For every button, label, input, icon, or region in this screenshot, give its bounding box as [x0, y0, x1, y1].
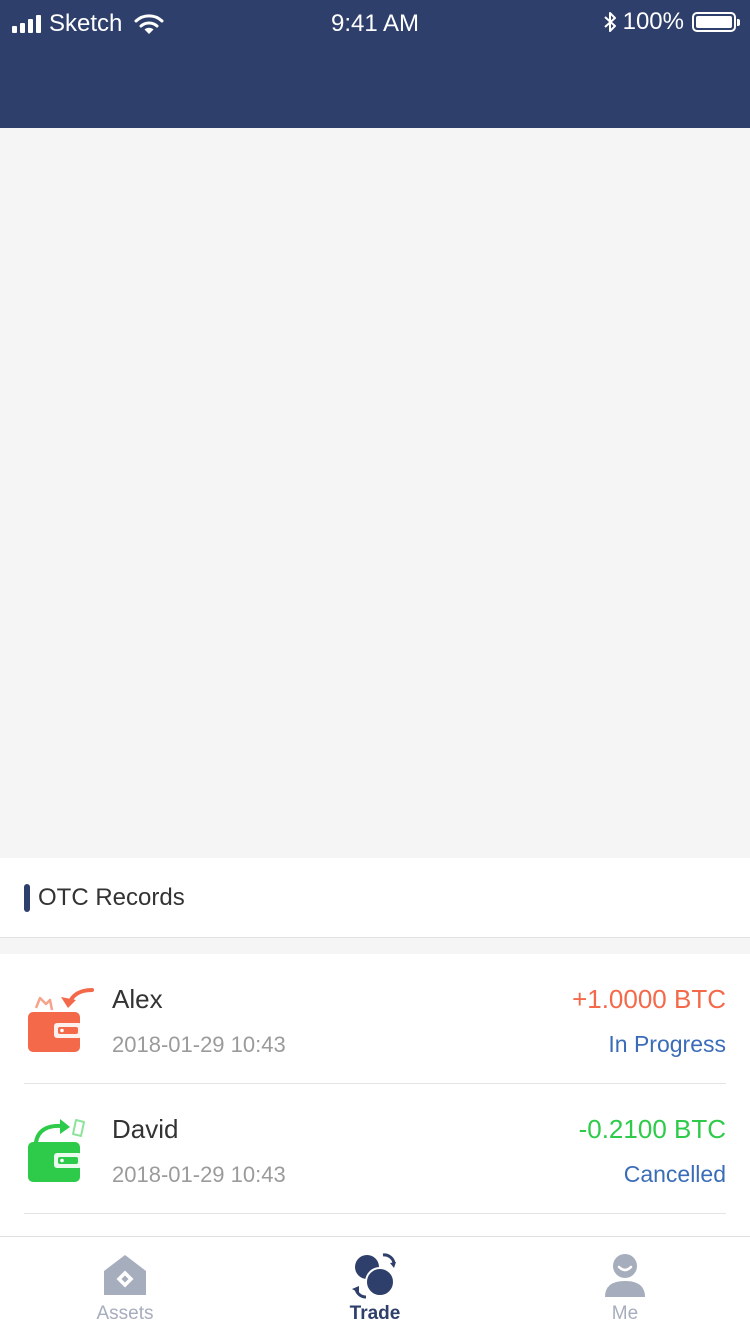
- status-bar: Sketch 9:41 AM 100%: [0, 0, 750, 44]
- section-accent-bar: [24, 884, 30, 912]
- wallet-receive-icon: [28, 988, 94, 1052]
- record-status: Cancelled: [623, 1161, 726, 1187]
- tab-label: Assets: [96, 1303, 154, 1324]
- user-icon: [605, 1254, 645, 1297]
- record-name: David: [112, 1114, 179, 1144]
- battery-percent: 100%: [622, 8, 684, 35]
- row-divider: [24, 1213, 726, 1214]
- battery-icon: [692, 12, 740, 32]
- tab-label: Me: [611, 1303, 639, 1324]
- tab-trade[interactable]: Trade: [250, 1237, 500, 1334]
- record-amount: +1.0000 BTC: [572, 984, 726, 1014]
- otc-records-header: OTC Records: [0, 858, 750, 938]
- record-amount: -0.2100 BTC: [578, 1114, 726, 1144]
- app-header: Sketch 9:41 AM 100%: [0, 0, 750, 128]
- record-name: Alex: [112, 984, 163, 1014]
- record-row[interactable]: Alex 2018-01-29 10:43 +1.0000 BTC In Pro…: [0, 954, 750, 1084]
- tab-assets[interactable]: Assets: [0, 1237, 250, 1334]
- trade-exchange-icon: [352, 1253, 396, 1299]
- record-date: 2018-01-29 10:43: [112, 1162, 286, 1187]
- record-date: 2018-01-29 10:43: [112, 1032, 286, 1057]
- status-right: 100%: [603, 8, 740, 36]
- tab-label: Trade: [349, 1303, 401, 1324]
- record-row[interactable]: David 2018-01-29 10:43 -0.2100 BTC Cance…: [0, 1084, 750, 1214]
- home-icon: [104, 1255, 146, 1295]
- wallet-send-icon: [28, 1119, 85, 1182]
- tab-bar: Assets Trade Me: [0, 1236, 750, 1334]
- section-title: OTC Records: [38, 884, 185, 911]
- tab-me[interactable]: Me: [500, 1237, 750, 1334]
- otc-records-list: Alex 2018-01-29 10:43 +1.0000 BTC In Pro…: [0, 954, 750, 1236]
- record-status: In Progress: [608, 1031, 726, 1057]
- bluetooth-icon: [603, 12, 616, 32]
